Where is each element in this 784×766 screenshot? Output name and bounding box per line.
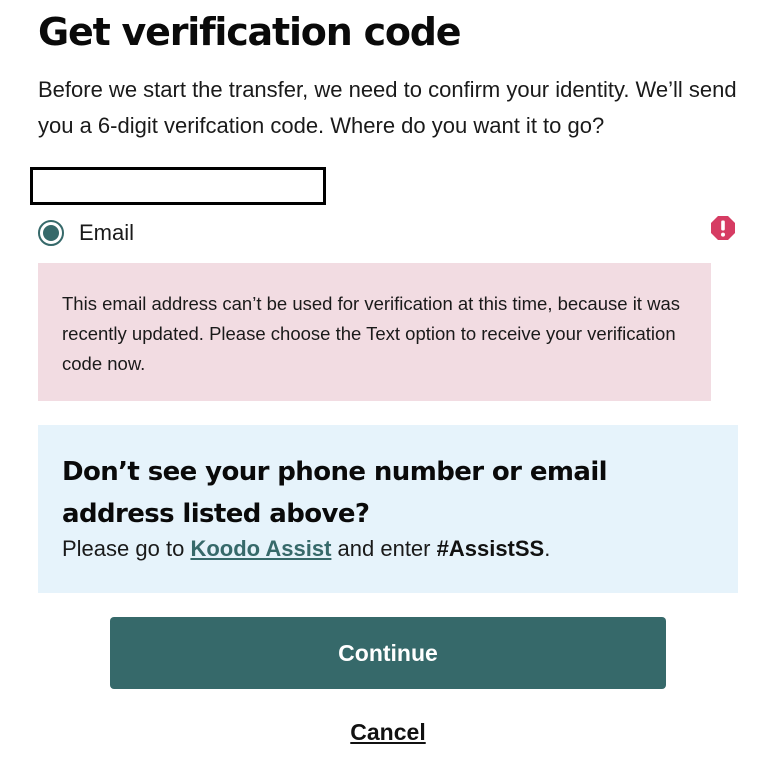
help-text-before: Please go to [62, 536, 191, 561]
help-text-middle: and enter [331, 536, 437, 561]
help-info-box: Don’t see your phone number or email add… [38, 425, 738, 593]
continue-button[interactable]: Continue [110, 617, 666, 689]
phone-option-field[interactable] [30, 167, 326, 205]
radio-selected-dot [43, 225, 59, 241]
cancel-link[interactable]: Cancel [0, 716, 776, 748]
help-text-after: . [544, 536, 551, 561]
koodo-assist-link[interactable]: Koodo Assist [190, 536, 331, 561]
email-radio-label: Email [79, 220, 135, 245]
error-message-box: This email address can’t be used for ver… [38, 263, 711, 401]
help-heading: Don’t see your phone number or email add… [62, 457, 608, 529]
assist-code: #AssistSS [436, 536, 545, 561]
help-text: Please go to Koodo Assist and enter #Ass… [62, 533, 714, 565]
error-icon [711, 216, 735, 240]
intro-text: Before we start the transfer, we need to… [38, 77, 737, 138]
email-radio-option[interactable]: Email [38, 217, 134, 249]
error-message-text: This email address can’t be used for ver… [62, 293, 680, 374]
email-radio-button[interactable] [38, 220, 64, 246]
page-title: Get verification code [38, 10, 462, 54]
